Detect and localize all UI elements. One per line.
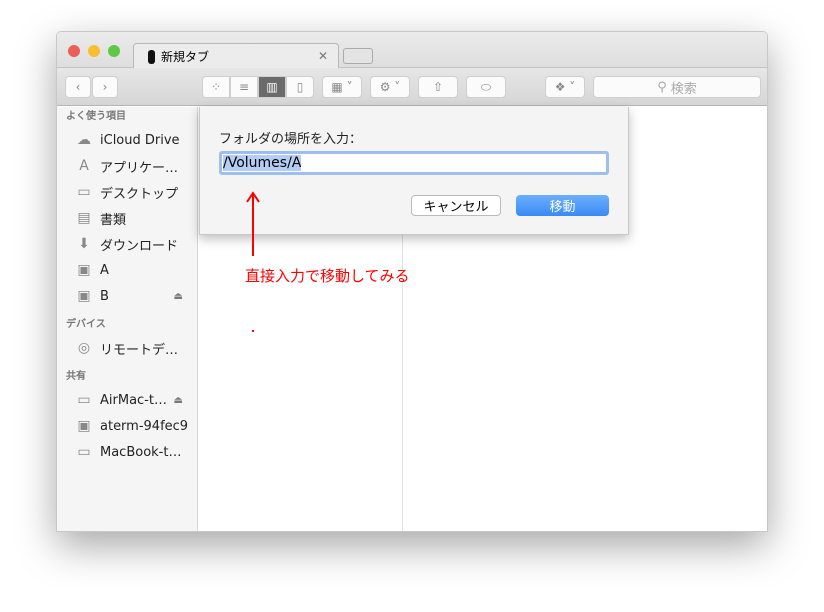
icon-view-button[interactable]: ⁘	[202, 76, 230, 98]
display-icon: ▭	[77, 444, 91, 460]
folder-path-input[interactable]: /Volumes/A	[219, 151, 609, 175]
sidebar-item-label: アプリケー…	[100, 160, 179, 176]
sidebar: よく使う項目 ☁ iCloud Drive A アプリケー… ▭ デスクトップ ▤ 書類 ⬇ ダウン…	[57, 107, 198, 531]
download-icon: ⬇	[78, 236, 90, 252]
sidebar-section-header: デバイス	[66, 319, 106, 330]
sidebar-section-header: 共有	[66, 371, 86, 382]
search-icon: ⚲	[657, 79, 667, 95]
tab-bar: 新規タブ ✕	[57, 32, 767, 69]
tab-title: 新規タブ	[161, 50, 210, 64]
annotation-text: 直接入力で移動してみる	[245, 267, 410, 285]
toolbar: ‹ › ⁘ ≡ ▥ ▯ ▦ ˅ ⚙ ˅ ⇧ ⬭ ❖ ˅ ⚲ 検索	[57, 68, 767, 106]
disc-icon: ◎	[77, 340, 91, 356]
close-tab-icon[interactable]: ✕	[318, 49, 328, 63]
folder-path-value: /Volumes/A	[223, 155, 302, 171]
annotation-arrow	[246, 191, 260, 256]
go-to-folder-sheet: フォルダの場所を入力： /Volumes/A キャンセル 移動	[199, 107, 629, 235]
column-view-button[interactable]: ▥	[258, 76, 286, 98]
coverflow-view-button[interactable]: ▯	[286, 76, 314, 98]
dialog-label: フォルダの場所を入力：	[219, 132, 363, 147]
desktop-icon: ▭	[77, 184, 91, 200]
sidebar-item-label: MacBook-t…	[100, 444, 182, 460]
close-window-button[interactable]	[68, 45, 80, 57]
sidebar-item[interactable]: ▣ aterm-94fec9	[57, 413, 197, 439]
sidebar-item-label: iCloud Drive	[100, 132, 180, 148]
zoom-window-button[interactable]	[108, 45, 120, 57]
sidebar-item-label: ダウンロード	[100, 238, 179, 254]
new-tab-button[interactable]	[343, 48, 373, 64]
action-gear-button[interactable]: ⚙ ˅	[370, 76, 410, 98]
sidebar-item-label: aterm-94fec9	[100, 418, 189, 434]
tag-button[interactable]: ⬭	[466, 76, 506, 98]
dropbox-button[interactable]: ❖ ˅	[545, 76, 585, 98]
display-icon: ▭	[77, 392, 91, 408]
applications-icon: A	[79, 158, 89, 174]
mac-pro-icon	[148, 49, 155, 64]
sidebar-item-label: リモートデ…	[100, 342, 179, 358]
cloud-icon: ☁	[77, 132, 91, 148]
documents-icon: ▤	[77, 210, 91, 226]
tab-new[interactable]: 新規タブ ✕	[133, 43, 339, 69]
minimize-window-button[interactable]	[88, 45, 100, 57]
sidebar-item[interactable]: ☁ iCloud Drive	[57, 127, 197, 153]
share-button[interactable]: ⇧	[418, 76, 458, 98]
back-button[interactable]: ‹	[65, 76, 91, 98]
cancel-button[interactable]: キャンセル	[411, 195, 501, 216]
sidebar-item-label: デスクトップ	[100, 186, 179, 202]
sidebar-item-label: AirMac-t…	[100, 392, 167, 408]
sidebar-item[interactable]: ▭ AirMac-t… ⏏	[57, 387, 197, 413]
sidebar-item[interactable]: ⬇ ダウンロード	[57, 231, 197, 257]
arrange-button[interactable]: ▦ ˅	[322, 76, 362, 98]
search-placeholder: 検索	[670, 81, 697, 97]
sidebar-item[interactable]: A アプリケー…	[57, 153, 197, 179]
list-view-button[interactable]: ≡	[230, 76, 258, 98]
sidebar-item[interactable]: ▤ 書類	[57, 205, 197, 231]
monitor-icon: ▣	[77, 418, 91, 434]
eject-icon[interactable]: ⏏	[174, 291, 183, 302]
annotation-dot	[252, 330, 254, 332]
sidebar-item[interactable]: ▣ B ⏏	[57, 283, 197, 309]
forward-button[interactable]: ›	[92, 76, 118, 98]
disk-icon: ▣	[77, 262, 91, 278]
go-button[interactable]: 移動	[516, 195, 609, 216]
disk-icon: ▣	[77, 288, 91, 304]
sidebar-section-header: よく使う項目	[66, 111, 126, 122]
sidebar-item-label: B	[100, 288, 109, 304]
search-field[interactable]: ⚲ 検索	[593, 76, 761, 98]
finder-window: 新規タブ ✕ ‹ › ⁘ ≡ ▥ ▯ ▦ ˅ ⚙ ˅ ⇧ ⬭ ❖ ˅ ⚲ 検索 よ…	[56, 31, 768, 532]
sidebar-item-label: A	[100, 262, 109, 278]
sidebar-item-label: 書類	[100, 212, 127, 228]
eject-icon[interactable]: ⏏	[174, 395, 183, 406]
sidebar-item[interactable]: ▭ デスクトップ	[57, 179, 197, 205]
sidebar-item[interactable]: ▭ MacBook-t…	[57, 439, 197, 465]
sidebar-item[interactable]: ▣ A	[57, 257, 197, 283]
sidebar-item[interactable]: ◎ リモートデ…	[57, 335, 197, 361]
